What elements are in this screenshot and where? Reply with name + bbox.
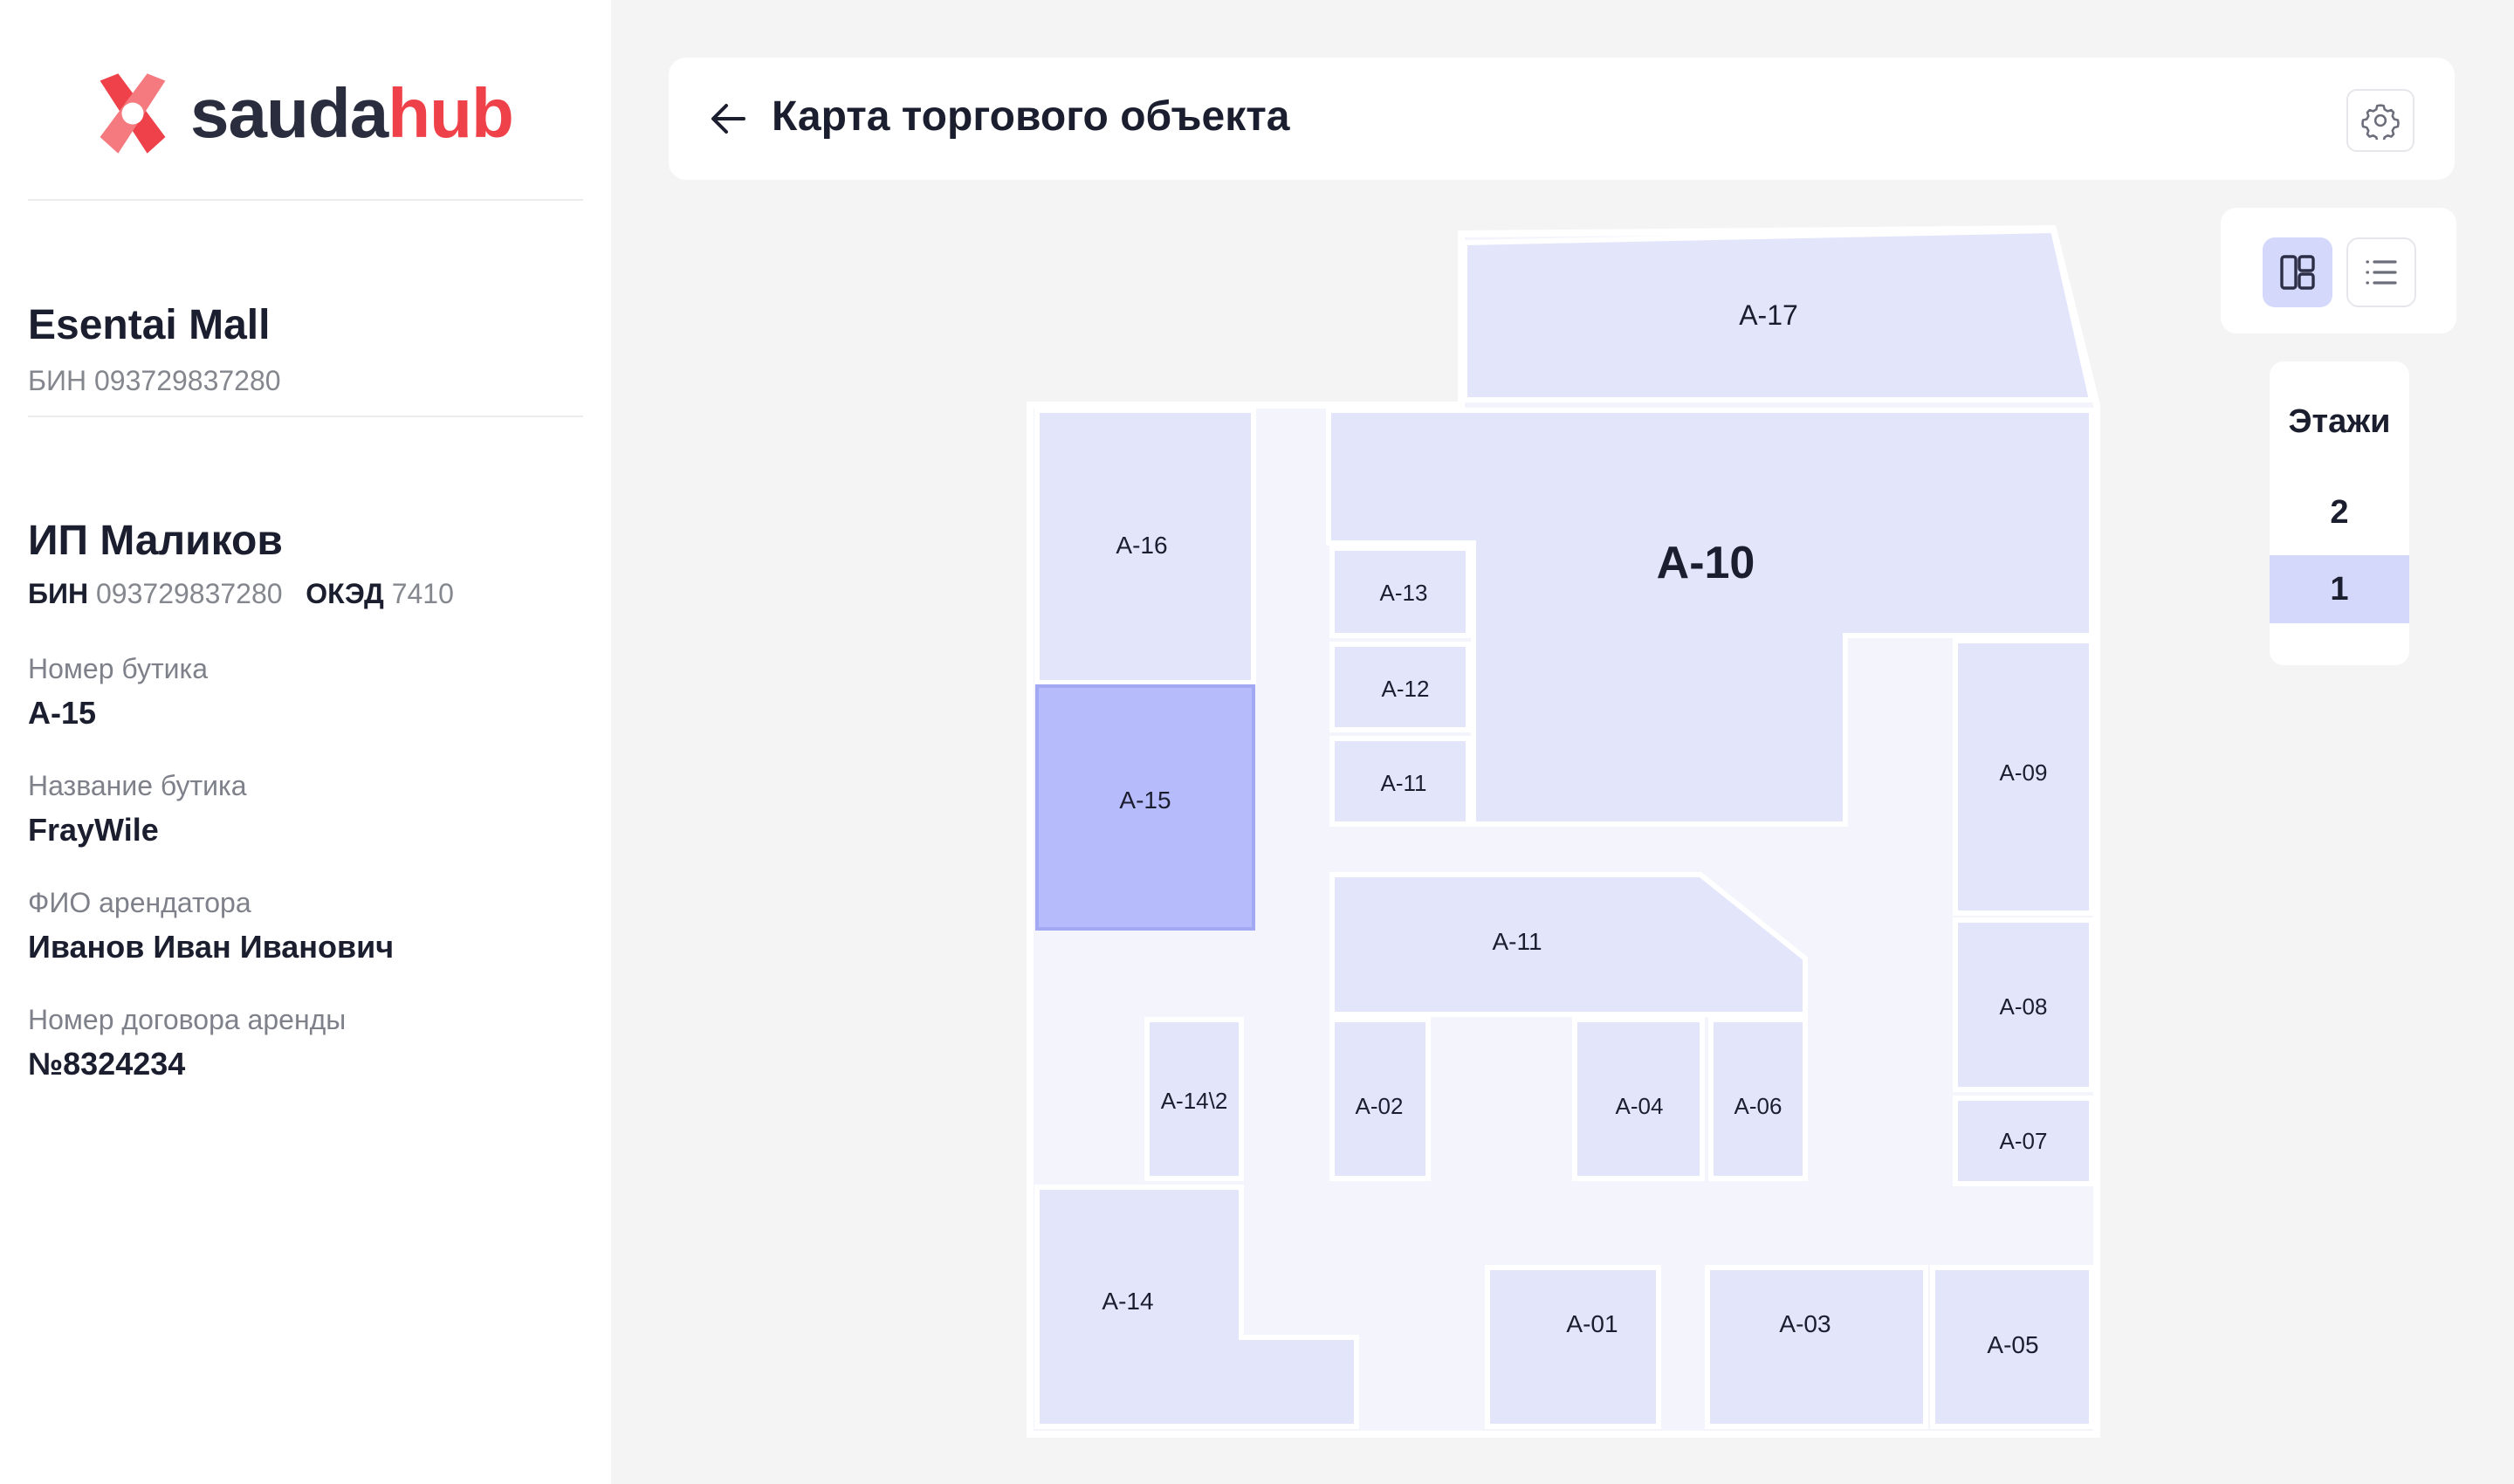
- unit-a-17[interactable]: A-17: [1462, 227, 2095, 402]
- unit-label-a-11-small: A-11: [1381, 770, 1427, 796]
- unit-label-a-04: A-04: [1616, 1093, 1664, 1119]
- unit-label-a-14: A-14: [1102, 1288, 1153, 1315]
- floor-plan-map: A-17 A-16 A-10 A-13 A-12 A-11 A-15 A-09 …: [1027, 224, 2100, 1438]
- unit-label-a-09: A-09: [2000, 759, 2048, 786]
- unit-a-11-small[interactable]: A-11: [1329, 736, 1471, 827]
- unit-a-13[interactable]: A-13: [1329, 546, 1471, 638]
- unit-a-16[interactable]: A-16: [1034, 408, 1256, 685]
- unit-a-06[interactable]: A-06: [1708, 1017, 1808, 1181]
- unit-label-a-16: A-16: [1116, 532, 1167, 559]
- unit-a-15[interactable]: A-15: [1035, 684, 1255, 931]
- unit-a-12[interactable]: A-12: [1329, 642, 1471, 732]
- unit-label-a-07: A-07: [2000, 1128, 2048, 1154]
- unit-label-a-06: A-06: [1734, 1093, 1782, 1119]
- unit-label-a-08: A-08: [2000, 993, 2048, 1020]
- unit-a-14-2[interactable]: A-14\2: [1144, 1017, 1244, 1181]
- unit-label-a-01: A-01: [1566, 1310, 1618, 1337]
- unit-a-04[interactable]: A-04: [1572, 1017, 1705, 1181]
- unit-a-07[interactable]: A-07: [1953, 1096, 2094, 1186]
- unit-label-a-12: A-12: [1382, 676, 1430, 702]
- unit-label-a-02: A-02: [1356, 1093, 1404, 1119]
- unit-label-a-10: A-10: [1657, 538, 1755, 588]
- unit-a-08[interactable]: A-08: [1953, 917, 2094, 1092]
- unit-label-a-03: A-03: [1779, 1310, 1831, 1337]
- unit-label-a-15: A-15: [1119, 787, 1171, 814]
- unit-label-a-11-large: A-11: [1492, 928, 1542, 955]
- unit-label-a-17: A-17: [1739, 299, 1798, 331]
- unit-a-09[interactable]: A-09: [1953, 638, 2094, 916]
- unit-a-05[interactable]: A-05: [1930, 1265, 2094, 1429]
- unit-label-a-05: A-05: [1987, 1331, 2038, 1358]
- unit-a-01[interactable]: A-01: [1485, 1265, 1661, 1429]
- unit-label-a-13: A-13: [1380, 580, 1428, 606]
- unit-label-a-14-2: A-14\2: [1161, 1088, 1228, 1114]
- unit-a-03[interactable]: A-03: [1705, 1265, 1928, 1429]
- unit-a-02[interactable]: A-02: [1329, 1017, 1431, 1181]
